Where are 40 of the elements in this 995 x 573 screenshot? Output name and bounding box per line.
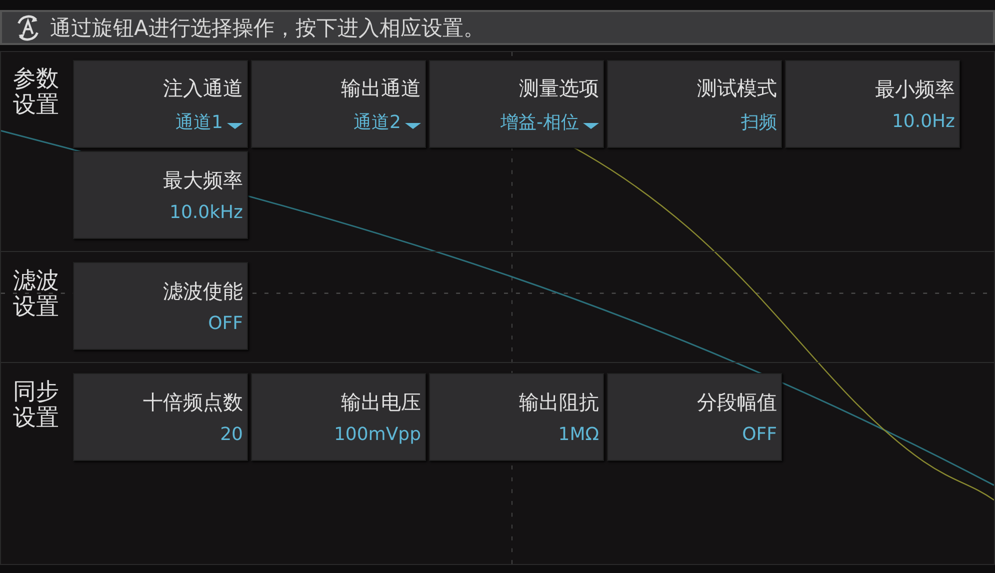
setting-label: 最大频率	[163, 167, 243, 194]
section-title: 滤波设置	[12, 267, 60, 322]
setting-label: 注入通道	[163, 74, 243, 102]
setting-value: OFF	[208, 313, 243, 334]
setting-button[interactable]: 测试模式 扫频	[607, 60, 782, 148]
setting-label: 十倍频点数	[143, 389, 243, 416]
setting-button[interactable]: 分段幅值 OFF	[607, 373, 782, 461]
setting-label: 测量选项	[519, 74, 599, 102]
setting-label: 滤波使能	[163, 278, 243, 305]
hint-text: 通过旋钮A进行选择操作，按下进入相应设置。	[50, 14, 484, 42]
setting-value: OFF	[742, 424, 777, 445]
setting-label: 输出阻抗	[519, 389, 599, 416]
setting-button[interactable]: 输出通道 通道2	[251, 60, 426, 148]
section-title: 参数设置	[12, 65, 60, 120]
setting-label: 分段幅值	[697, 389, 777, 416]
setting-button[interactable]: 十倍频点数 20	[73, 373, 248, 461]
setting-label: 最小频率	[875, 76, 955, 103]
section-title: 同步设置	[12, 378, 60, 434]
setting-button[interactable]: 注入通道 通道1	[73, 60, 248, 148]
setting-value: 10.0Hz	[892, 111, 955, 132]
setting-label: 输出电压	[341, 389, 421, 416]
setting-value: 通道1	[176, 110, 223, 134]
setting-value: 扫频	[741, 110, 777, 134]
setting-value: 增益-相位	[500, 110, 579, 134]
setting-button[interactable]: 最小频率 10.0Hz	[785, 60, 960, 148]
setting-value: 100mVpp	[334, 424, 421, 445]
setting-value: 通道2	[354, 110, 401, 134]
setting-button[interactable]: 测量选项 增益-相位	[429, 60, 604, 148]
setting-button[interactable]: 最大频率 10.0kHz	[73, 151, 248, 239]
setting-value: 1MΩ	[558, 424, 599, 445]
caret-icon	[227, 122, 243, 128]
setting-label: 输出通道	[341, 74, 421, 102]
setting-label: 测试模式	[697, 74, 777, 102]
setting-button[interactable]: 输出电压 100mVpp	[251, 373, 426, 461]
setting-value: 10.0kHz	[170, 202, 243, 223]
setting-button[interactable]: 滤波使能 OFF	[73, 262, 248, 350]
caret-icon	[405, 122, 421, 128]
setting-button[interactable]: 输出阻抗 1MΩ	[429, 373, 604, 461]
setting-value: 20	[220, 424, 243, 445]
caret-icon	[583, 122, 599, 128]
